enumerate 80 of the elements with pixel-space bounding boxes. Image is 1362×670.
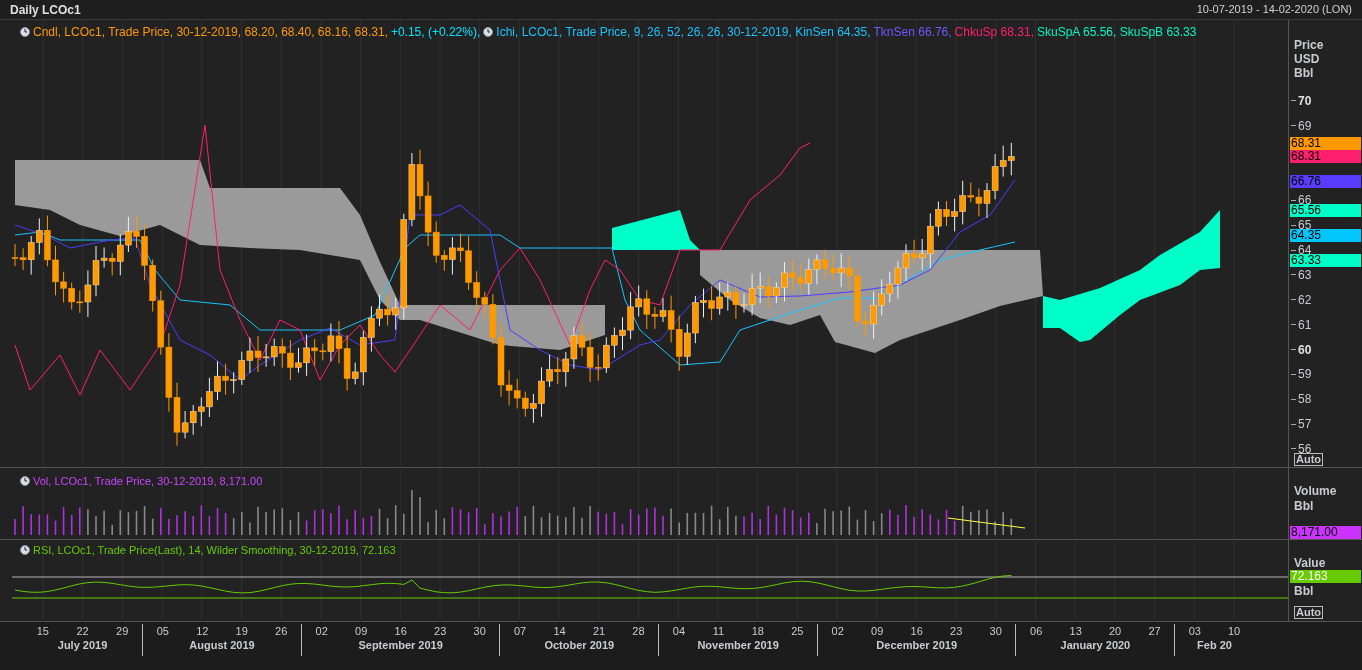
axis-title: USD xyxy=(1294,52,1321,66)
axis-tick-label: 60 xyxy=(1298,341,1312,359)
axis-tick-label: 59 xyxy=(1298,366,1312,384)
month-label: November 2019 xyxy=(697,638,779,652)
date-tick-label: 23 xyxy=(949,624,964,638)
date-tick-label: 12 xyxy=(195,624,210,638)
date-tick-label: 30 xyxy=(472,624,487,638)
legend-item: ChkuSp 68.31, xyxy=(954,24,1034,41)
axis-title: Bbl xyxy=(1294,584,1315,598)
legend-item: Cndl, LCOc1, Trade Price, 30-12-2019, 68.20, 68.40, 68.16, 68.31, xyxy=(33,24,388,41)
clock-icon[interactable] xyxy=(483,27,494,37)
clock-icon[interactable] xyxy=(20,476,30,487)
date-tick-label: 05 xyxy=(155,624,170,638)
legend-item: +0.15, (+0.22%), xyxy=(390,24,481,41)
axis-tick-label: 57 xyxy=(1298,416,1312,434)
axis-title: Bbl xyxy=(1294,66,1315,80)
axis-tick-label: 70 xyxy=(1298,92,1312,110)
axis-tick-label: 61 xyxy=(1298,316,1312,334)
clock-icon[interactable] xyxy=(20,27,30,37)
date-tick-label: 02 xyxy=(314,624,329,638)
date-tick-label: 15 xyxy=(35,624,50,638)
legend-item: TknSen 66.76, xyxy=(873,24,952,41)
date-tick-label: 14 xyxy=(552,624,567,638)
axis-tick-label: 56 xyxy=(1298,440,1312,456)
month-label: January 2020 xyxy=(1060,638,1131,652)
date-tick-label: 29 xyxy=(115,624,130,638)
axis-title: Bbl xyxy=(1294,499,1315,514)
month-label: July 2019 xyxy=(57,638,108,652)
window-title: Daily LCOc1 xyxy=(10,1,81,19)
axis-title: Volume xyxy=(1294,484,1338,499)
date-tick-label: 16 xyxy=(393,624,408,638)
auto-button[interactable]: Auto xyxy=(1294,606,1324,619)
date-range: 10-07-2019 - 14-02-2020 (LON) xyxy=(1196,2,1352,18)
date-tick-label: 18 xyxy=(750,624,765,638)
month-label: October 2019 xyxy=(544,638,615,652)
axis-title: Price xyxy=(1294,38,1325,52)
date-tick-label: 11 xyxy=(711,624,726,638)
axis-tick-label: 62 xyxy=(1298,291,1312,309)
clock-icon[interactable] xyxy=(20,545,30,556)
date-tick-label: 21 xyxy=(591,624,607,638)
date-tick-label: 13 xyxy=(1068,624,1083,638)
date-tick-label: 28 xyxy=(631,624,646,638)
date-tick-label: 03 xyxy=(1187,624,1202,638)
legend-item: SkuSpA 65.56, SkuSpB 63.33 xyxy=(1037,24,1197,41)
date-tick-label: 07 xyxy=(513,624,528,638)
month-label: December 2019 xyxy=(876,638,958,652)
date-tick-label: 04 xyxy=(671,624,687,638)
month-label: August 2019 xyxy=(189,638,255,652)
value-tag: 68.31 xyxy=(1290,150,1361,163)
date-tick-label: 22 xyxy=(75,624,90,638)
date-tick-label: 09 xyxy=(870,624,885,638)
date-tick-label: 02 xyxy=(830,624,845,638)
value-tag: 8,171.00 xyxy=(1290,526,1361,539)
legend-item: Ichi, LCOc1, Trade Price, 9, 26, 52, 26, 26, 30-12-2019, KinSen 64.35, xyxy=(496,24,871,41)
month-label: Feb 20 xyxy=(1197,638,1232,652)
date-tick-label: 27 xyxy=(1147,624,1162,638)
value-tag: 68.31 xyxy=(1290,137,1361,150)
value-tag: 65.56 xyxy=(1290,204,1361,217)
date-tick-label: 26 xyxy=(274,624,289,638)
value-tag: 64.35 xyxy=(1290,229,1361,242)
date-tick-label: 06 xyxy=(1029,624,1044,638)
legend-item: RSI, LCOc1, Trade Price(Last), 14, Wilder Smoothing, 30-12-2019, 72.163 xyxy=(33,543,396,558)
date-tick-label: 10 xyxy=(1226,624,1242,638)
axis-tick-label: 63 xyxy=(1298,266,1312,284)
axis-tick-label: 69 xyxy=(1298,117,1312,135)
date-tick-label: 16 xyxy=(909,624,924,638)
date-tick-label: 19 xyxy=(234,624,249,638)
axis-tick-label: 58 xyxy=(1298,391,1312,409)
date-tick-label: 20 xyxy=(1108,624,1123,638)
date-tick-label: 09 xyxy=(354,624,369,638)
value-tag: 63.33 xyxy=(1290,254,1361,267)
axis-title: Value xyxy=(1294,556,1327,570)
legend-item: Vol, LCOc1, Trade Price, 30-12-2019, 8,171.00 xyxy=(33,474,263,489)
value-tag: 72.163 xyxy=(1290,570,1361,583)
date-tick-label: 25 xyxy=(790,624,805,638)
date-tick-label: 30 xyxy=(988,624,1003,638)
auto-button[interactable]: Auto xyxy=(1294,453,1324,466)
date-tick-label: 23 xyxy=(433,624,448,638)
month-label: September 2019 xyxy=(358,638,443,652)
value-tag: 66.76 xyxy=(1290,175,1361,188)
